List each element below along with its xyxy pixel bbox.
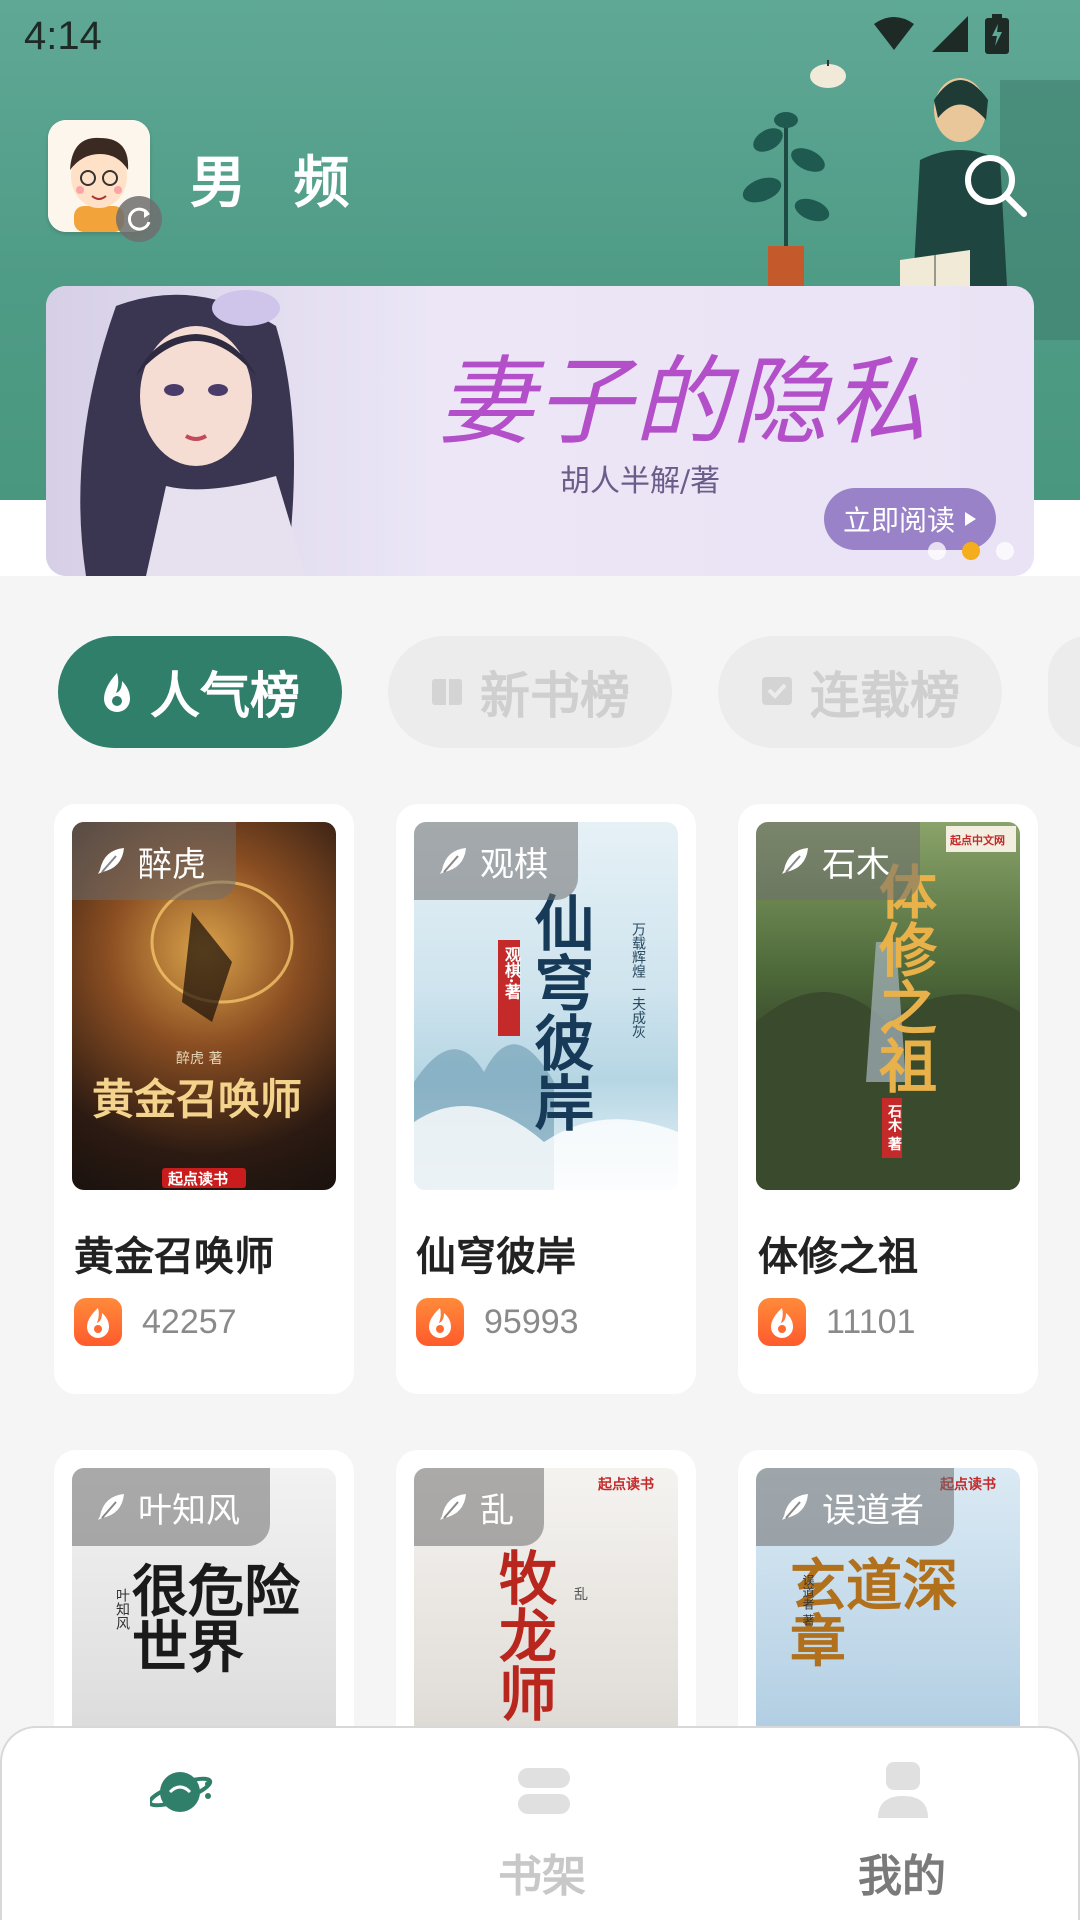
author-name: 石木: [822, 844, 890, 885]
heat-flame-icon: [758, 1298, 806, 1346]
book-cover: 仙穹彼岸 观棋·著 万载辉煌 一夫成灰 观棋: [414, 822, 678, 1190]
feather-icon: [782, 848, 808, 874]
channel-label[interactable]: 男 频: [190, 138, 364, 219]
tab-serializing[interactable]: 连载榜: [718, 636, 1002, 748]
search-icon[interactable]: [960, 150, 1030, 220]
book-title: 黄金召唤师: [74, 1234, 274, 1280]
checked-book-icon: [762, 677, 792, 705]
feather-icon: [440, 848, 466, 874]
book-card[interactable]: 仙穹彼岸 观棋·著 万载辉煌 一夫成灰 观棋 仙穹彼岸 95993: [396, 804, 696, 1394]
banner-title: 妻子的隐私: [438, 346, 928, 458]
heat-flame-icon: [74, 1298, 122, 1346]
book-title: 体修之祖: [758, 1234, 918, 1280]
book-cover: 体修之祖 石木 著 起点中文网 石木: [756, 822, 1020, 1190]
heat-count: 11101: [826, 1302, 916, 1341]
cover-brand: 起点中文网: [950, 834, 1005, 847]
plant-illustration: [742, 60, 846, 290]
author-tag: 乱: [414, 1468, 544, 1546]
nav-label: 书架: [498, 1851, 586, 1902]
book-title: 仙穹彼岸: [416, 1234, 576, 1280]
feather-icon: [98, 1494, 124, 1520]
wifi-icon: [874, 17, 914, 50]
cover-title: 牧龙师: [489, 1548, 557, 1722]
signal-icon: [932, 16, 968, 52]
tab-new-books[interactable]: 新书榜: [388, 636, 672, 748]
cover-brand: 万载辉煌 一夫成灰: [630, 922, 646, 1039]
feather-icon: [440, 1494, 466, 1520]
flame-icon: [104, 673, 130, 712]
tab-more[interactable]: [1048, 636, 1080, 748]
cover-author: 石木 著: [886, 1104, 902, 1151]
tab-popularity[interactable]: 人气榜: [58, 636, 342, 748]
feather-icon: [782, 1494, 808, 1520]
cover-brand: 起点读书: [598, 1477, 654, 1493]
profile-icon: [878, 1762, 928, 1818]
heat-flame-icon: [416, 1298, 464, 1346]
book-card[interactable]: 黄金召唤师 醉虎 著 起点读书 醉虎 黄金召唤师 42257: [54, 804, 354, 1394]
banner-dot-active[interactable]: [962, 542, 980, 560]
banner-dot[interactable]: [996, 542, 1014, 560]
cover-title: 玄道深章: [790, 1553, 958, 1675]
promo-banner[interactable]: 妻子的隐私 胡人半解/著 立即阅读: [46, 286, 1034, 576]
author-tag: 醉虎: [72, 822, 236, 900]
author-tag: 观棋: [414, 822, 578, 900]
heat-row: 42257: [74, 1298, 237, 1346]
banner-pagination: [928, 542, 1014, 560]
cover-title: 仙穹彼岸: [524, 892, 594, 1132]
heat-row: 11101: [758, 1298, 916, 1346]
heat-count: 42257: [142, 1302, 237, 1341]
status-time: 4:14: [24, 14, 102, 58]
banner-author: 胡人半解/著: [560, 464, 721, 499]
nav-bookshelf[interactable]: 书架: [442, 1728, 642, 1920]
book-icon: [432, 679, 462, 705]
cover-title: 很危险世界: [132, 1559, 300, 1681]
author-name: 误道者: [822, 1490, 924, 1531]
switch-channel-button[interactable]: [116, 196, 162, 242]
bottom-navigation: 书架 我的: [0, 1726, 1080, 1920]
cover-author: 误道者 著: [801, 1574, 815, 1626]
refresh-icon: [127, 207, 151, 231]
cover-author: 叶知风: [114, 1588, 130, 1630]
feather-icon: [98, 848, 124, 874]
banner-dot[interactable]: [928, 542, 946, 560]
play-arrow-icon: [965, 512, 976, 526]
heat-count: 95993: [484, 1302, 579, 1341]
book-cover: 黄金召唤师 醉虎 著 起点读书 醉虎: [72, 822, 336, 1190]
cover-author: 观棋·著: [502, 946, 521, 1000]
read-now-label: 立即阅读: [842, 504, 955, 537]
book-card[interactable]: 体修之祖 石木 著 起点中文网 石木 体修之祖 11101: [738, 804, 1038, 1394]
nav-label: 我的: [858, 1851, 946, 1902]
planet-icon: [150, 1772, 213, 1812]
author-tag: 误道者: [756, 1468, 954, 1546]
banner-illustration: [46, 286, 426, 576]
battery-icon: [985, 14, 1009, 54]
nav-discover[interactable]: [82, 1728, 282, 1920]
author-name: 乱: [480, 1490, 514, 1531]
cover-author: 醉虎 著: [176, 1051, 223, 1067]
tab-label: 新书榜: [480, 666, 630, 725]
author-name: 叶知风: [138, 1490, 240, 1531]
status-bar: 4:14: [0, 0, 1080, 80]
author-tag: 叶知风: [72, 1468, 270, 1546]
bookshelf-icon: [518, 1768, 570, 1814]
cover-brand: 起点读书: [168, 1170, 229, 1188]
cover-author: 乱: [574, 1587, 588, 1603]
author-tag: 石木: [756, 822, 920, 900]
read-now-button[interactable]: 立即阅读: [824, 488, 996, 550]
author-name: 观棋: [480, 844, 548, 885]
author-name: 醉虎: [138, 844, 206, 885]
status-icons: [872, 14, 1010, 54]
heat-row: 95993: [416, 1298, 579, 1346]
tab-label: 人气榜: [150, 666, 300, 725]
nav-mine[interactable]: 我的: [802, 1728, 1002, 1920]
cover-title: 黄金召唤师: [92, 1075, 303, 1124]
tab-label: 连载榜: [810, 666, 960, 725]
